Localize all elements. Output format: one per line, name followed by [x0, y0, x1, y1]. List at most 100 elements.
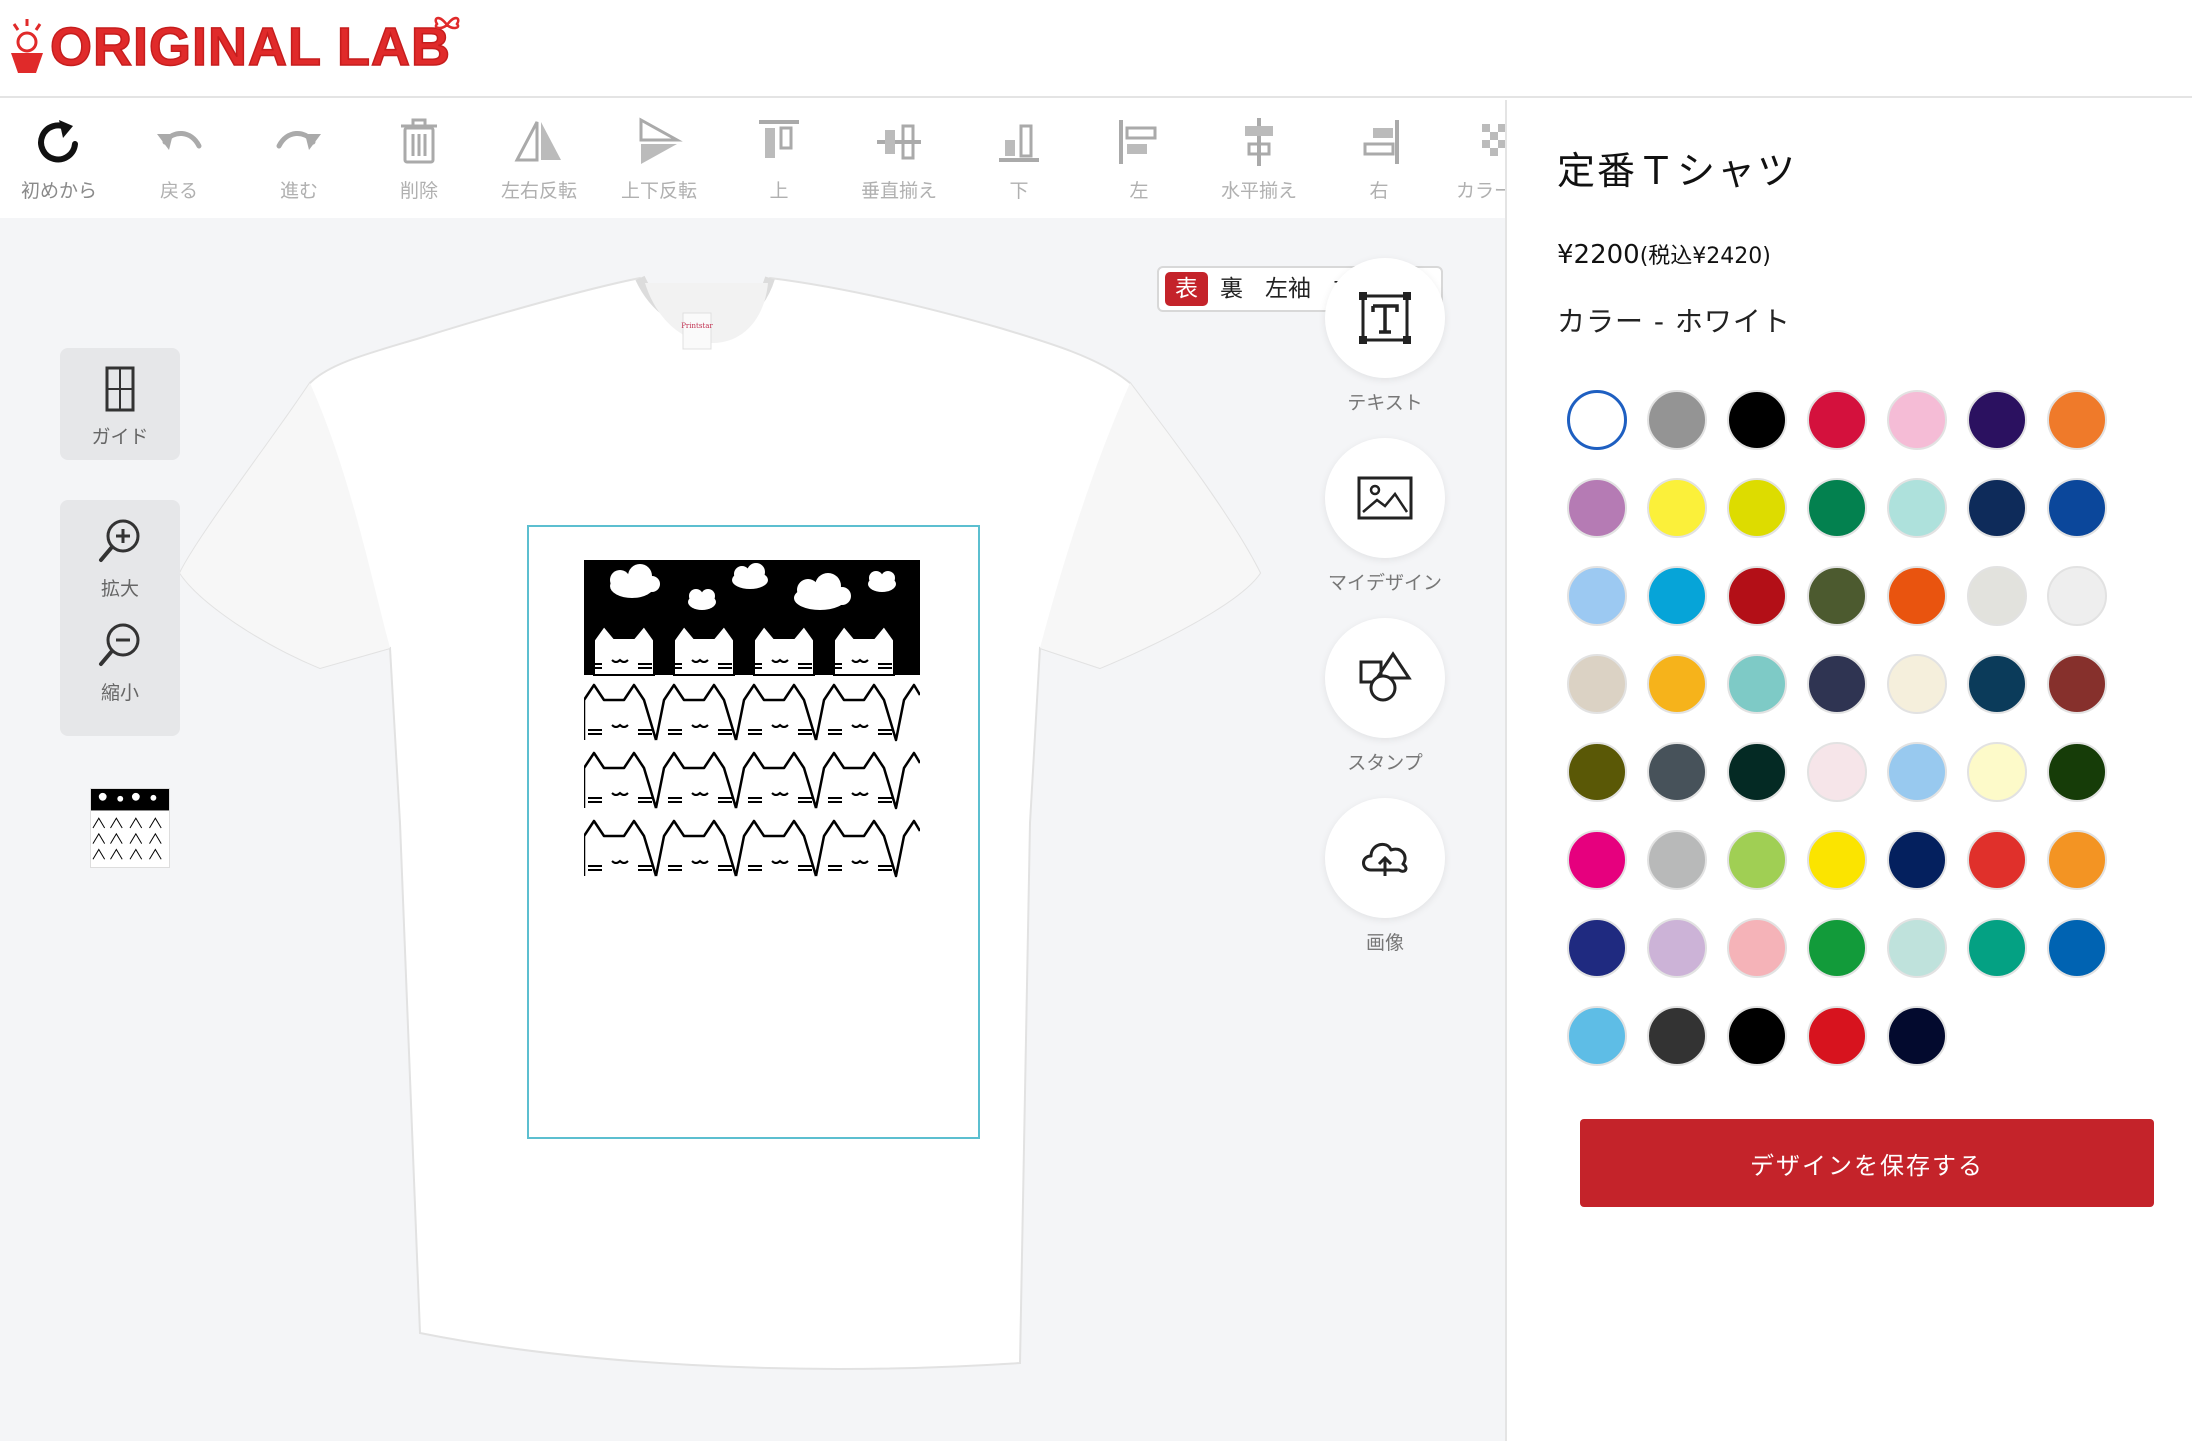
align-left-button[interactable]: 左 — [1084, 114, 1194, 210]
color-swatch[interactable] — [1647, 1006, 1707, 1066]
align-bottom-icon — [999, 124, 1039, 162]
align-left-icon — [1119, 120, 1157, 164]
color-swatch[interactable] — [1567, 654, 1627, 714]
color-swatch[interactable] — [1807, 830, 1867, 890]
align-right-button[interactable]: 右 — [1324, 114, 1434, 210]
product-panel: 定番Ｔシャツ ¥2200(税込¥2420) カラー - ホワイト デザインを保存… — [1505, 100, 2192, 1441]
color-swatch[interactable] — [1567, 566, 1627, 626]
tab-front[interactable]: 表 — [1165, 272, 1208, 306]
color-swatch[interactable] — [1807, 654, 1867, 714]
color-swatch[interactable] — [1967, 390, 2027, 450]
color-swatch[interactable] — [1647, 478, 1707, 538]
color-swatch[interactable] — [1567, 918, 1627, 978]
cat-pattern-design[interactable] — [584, 560, 920, 884]
tab-back[interactable]: 裏 — [1210, 272, 1253, 306]
color-swatch[interactable] — [1967, 566, 2027, 626]
color-swatch[interactable] — [1807, 918, 1867, 978]
product-name: 定番Ｔシャツ — [1557, 149, 1798, 193]
color-swatch[interactable] — [1807, 1006, 1867, 1066]
color-swatch[interactable] — [1887, 478, 1947, 538]
color-swatch[interactable] — [1727, 742, 1787, 802]
color-select-button[interactable]: カラー選 — [1439, 114, 1505, 210]
color-swatch[interactable] — [1727, 390, 1787, 450]
color-swatch[interactable] — [2047, 390, 2107, 450]
ribbon-icon — [434, 16, 460, 30]
color-swatch[interactable] — [2047, 742, 2107, 802]
toolbar: 初めから 戻る 進む 削除 左右反転 上下反転 上 垂直揃え 下 左 水平揃え … — [0, 100, 1505, 218]
color-swatch[interactable] — [1567, 390, 1627, 450]
color-swatch[interactable] — [1887, 830, 1947, 890]
zoom-in-button[interactable]: 拡大 — [60, 500, 180, 612]
color-swatch[interactable] — [1567, 830, 1627, 890]
undo-button[interactable]: 戻る — [124, 114, 234, 210]
color-swatch[interactable] — [1887, 390, 1947, 450]
color-swatch[interactable] — [1567, 742, 1627, 802]
my-design-button[interactable] — [1325, 438, 1445, 558]
design-thumbnail[interactable] — [90, 788, 170, 868]
text-tool[interactable]: テキスト — [1323, 258, 1447, 415]
color-swatch[interactable] — [1887, 1006, 1947, 1066]
text-tool-button[interactable] — [1325, 258, 1445, 378]
restart-button[interactable]: 初めから — [4, 114, 114, 210]
align-horizontal-center-button[interactable]: 水平揃え — [1204, 114, 1314, 210]
color-swatch[interactable] — [2047, 478, 2107, 538]
color-swatch[interactable] — [1727, 566, 1787, 626]
color-swatch[interactable] — [2047, 918, 2107, 978]
align-bottom-button[interactable]: 下 — [964, 114, 1074, 210]
flip-vertical-icon — [639, 117, 683, 164]
color-swatch[interactable] — [1967, 830, 2027, 890]
my-design-tool[interactable]: マイデザイン — [1323, 438, 1447, 595]
zoom-out-button[interactable]: 縮小 — [60, 612, 180, 724]
guide-button[interactable]: ガイド — [60, 348, 180, 460]
color-swatch[interactable] — [1647, 566, 1707, 626]
color-swatch[interactable] — [1887, 566, 1947, 626]
color-swatch[interactable] — [1727, 1006, 1787, 1066]
logo[interactable]: ORIGINAL LAB — [6, 12, 460, 82]
color-swatch[interactable] — [1967, 654, 2027, 714]
image-upload-tool[interactable]: 画像 — [1323, 798, 1447, 955]
color-swatch[interactable] — [1887, 742, 1947, 802]
color-swatch[interactable] — [1567, 1006, 1627, 1066]
checker-icon — [1482, 124, 1505, 156]
text-icon — [1359, 292, 1411, 344]
color-swatch[interactable] — [1967, 742, 2027, 802]
color-swatch[interactable] — [2047, 566, 2107, 626]
color-swatch[interactable] — [2047, 654, 2107, 714]
tab-left-sleeve[interactable]: 左袖 — [1255, 272, 1321, 306]
color-swatch[interactable] — [1807, 390, 1867, 450]
image-upload-button[interactable] — [1325, 798, 1445, 918]
color-swatch[interactable] — [1727, 478, 1787, 538]
color-swatch[interactable] — [1727, 918, 1787, 978]
color-swatch[interactable] — [1727, 830, 1787, 890]
color-swatch[interactable] — [1647, 390, 1707, 450]
trash-icon — [401, 118, 437, 164]
delete-button[interactable]: 削除 — [364, 114, 474, 210]
color-swatch[interactable] — [1807, 478, 1867, 538]
color-swatch[interactable] — [2047, 830, 2107, 890]
align-vertical-center-button[interactable]: 垂直揃え — [844, 114, 954, 210]
color-swatch[interactable] — [1647, 918, 1707, 978]
color-swatch[interactable] — [1727, 654, 1787, 714]
color-swatch[interactable] — [1647, 742, 1707, 802]
align-top-button[interactable]: 上 — [724, 114, 834, 210]
flip-horizontal-button[interactable]: 左右反転 — [484, 114, 594, 210]
guide-card: ガイド — [60, 348, 180, 460]
color-swatch[interactable] — [1807, 742, 1867, 802]
stamp-tool[interactable]: スタンプ — [1323, 618, 1447, 775]
color-swatch[interactable] — [1567, 478, 1627, 538]
save-design-button[interactable]: デザインを保存する — [1580, 1119, 2154, 1207]
align-right-icon — [1363, 120, 1399, 164]
color-swatch[interactable] — [1647, 654, 1707, 714]
price-tax: (税込¥2420) — [1639, 244, 1771, 269]
align-top-icon — [759, 120, 799, 158]
cloud-upload-icon — [1362, 842, 1408, 876]
stamp-button[interactable] — [1325, 618, 1445, 738]
flip-vertical-button[interactable]: 上下反転 — [604, 114, 714, 210]
color-swatch[interactable] — [1647, 830, 1707, 890]
color-swatch[interactable] — [1967, 478, 2027, 538]
color-swatch[interactable] — [1807, 566, 1867, 626]
color-swatch[interactable] — [1887, 654, 1947, 714]
redo-button[interactable]: 進む — [244, 114, 354, 210]
color-swatch[interactable] — [1887, 918, 1947, 978]
color-swatch[interactable] — [1967, 918, 2027, 978]
